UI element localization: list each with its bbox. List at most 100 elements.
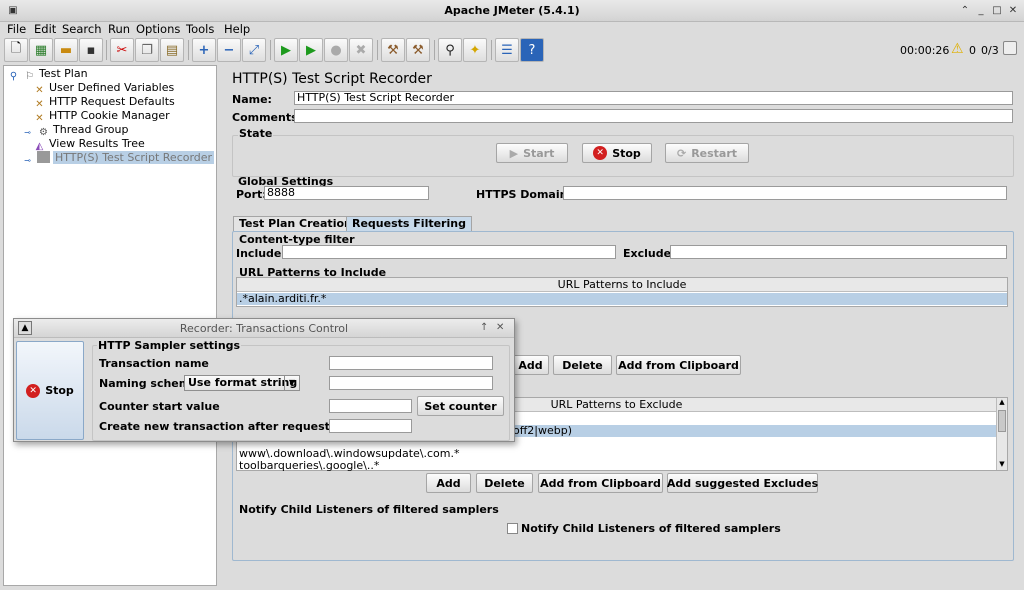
menu-edit[interactable]: Edit xyxy=(34,22,56,36)
stop-button[interactable]: ✕ Stop xyxy=(582,143,652,163)
table-row[interactable]: www\.download\.windowsupdate\.com.* xyxy=(237,448,997,460)
transactions-control-dialog[interactable]: ▲ Recorder: Transactions Control ↑ ✕ ✕ St… xyxy=(13,318,515,442)
stop-icon: ✕ xyxy=(26,383,41,398)
expand-icon[interactable]: + xyxy=(192,38,216,62)
dialog-close-icon[interactable]: ✕ xyxy=(496,322,504,333)
include-content-type-field[interactable] xyxy=(282,245,616,259)
counter-start-field[interactable] xyxy=(329,399,412,413)
close-icon[interactable]: ✕ xyxy=(1006,4,1020,18)
maximize-icon[interactable]: □ xyxy=(990,4,1004,18)
start-icon[interactable]: ▶ xyxy=(274,38,298,62)
delete-exclude-button[interactable]: Delete xyxy=(476,473,533,493)
search-icon[interactable]: ⚲ xyxy=(438,38,462,62)
copy-icon[interactable]: ❐ xyxy=(135,38,159,62)
new-transaction-label: Create new transaction after request (ms… xyxy=(99,420,367,433)
tree-node-test-plan[interactable]: ⚲ ⚐ Test Plan xyxy=(7,67,88,83)
thread-count: 0/3 xyxy=(981,44,999,57)
include-label: Include: xyxy=(236,247,286,260)
minimize-icon[interactable]: _ xyxy=(974,4,988,18)
templates-icon[interactable]: ▦ xyxy=(29,38,53,62)
shutdown-icon[interactable]: ✖ xyxy=(349,38,373,62)
menu-tools[interactable]: Tools xyxy=(186,22,214,36)
tree-expanded-icon[interactable]: ⚲ xyxy=(7,71,20,83)
clear-icon[interactable]: ⚒ xyxy=(381,38,405,62)
delete-include-button[interactable]: Delete xyxy=(553,355,612,375)
chevron-down-icon[interactable]: ▼ xyxy=(284,376,299,390)
warning-icon[interactable]: ⚠ xyxy=(951,41,964,57)
dialog-stop-button[interactable]: ✕ Stop xyxy=(16,341,84,440)
add-exclude-button[interactable]: Add xyxy=(426,473,471,493)
set-counter-button[interactable]: Set counter xyxy=(417,396,504,416)
open-icon[interactable]: ▬ xyxy=(54,38,78,62)
naming-scheme-label: Naming scheme xyxy=(99,377,198,390)
new-transaction-delay-field[interactable] xyxy=(329,419,412,433)
table-row[interactable]: toolbarqueries\.google\..* xyxy=(237,460,997,472)
https-domains-field[interactable] xyxy=(563,186,1007,200)
help-icon[interactable]: ? xyxy=(520,38,544,62)
name-label: Name: xyxy=(232,93,272,106)
toolbar: 🗋 ▦ ▬ ▪ ✂ ❐ ▤ + − ⤢ ▶ ▶ ● ✖ ⚒ ⚒ ⚲ ✦ ☰ ? … xyxy=(0,36,1024,64)
add-include-button[interactable]: Add xyxy=(512,355,549,375)
counter-start-label: Counter start value xyxy=(99,400,220,413)
function-helper-icon[interactable]: ☰ xyxy=(495,38,519,62)
add-from-clipboard-include-button[interactable]: Add from Clipboard xyxy=(616,355,741,375)
save-icon[interactable]: ▪ xyxy=(79,38,103,62)
tree-node-user-defined-variables[interactable]: ✕ User Defined Variables xyxy=(33,81,174,96)
start-no-pauses-icon[interactable]: ▶ xyxy=(299,38,323,62)
roll-up-icon[interactable]: ⌃ xyxy=(958,4,972,18)
tree-node-http-cookie-manager[interactable]: ✕ HTTP Cookie Manager xyxy=(33,109,169,124)
notify-group-label: Notify Child Listeners of filtered sampl… xyxy=(239,503,499,516)
dialog-title-bar[interactable]: ▲ Recorder: Transactions Control ↑ ✕ xyxy=(14,319,514,338)
tree-node-thread-group[interactable]: ⊸ ⚙ Thread Group xyxy=(21,123,128,138)
tree-collapsed-icon[interactable]: ⊸ xyxy=(21,155,34,167)
add-from-clipboard-exclude-button[interactable]: Add from Clipboard xyxy=(538,473,663,493)
stop-icon: ✕ xyxy=(593,146,608,160)
comments-field[interactable] xyxy=(294,109,1013,123)
paste-icon[interactable]: ▤ xyxy=(160,38,184,62)
window-title-bar[interactable]: Apache JMeter (5.4.1) ▣ ⌃ _ □ ✕ xyxy=(0,0,1024,22)
port-field[interactable]: 8888 xyxy=(264,186,429,200)
include-table-header[interactable]: URL Patterns to Include xyxy=(237,278,1007,292)
checkbox-icon[interactable] xyxy=(507,523,518,534)
elapsed-timer: 00:00:26 xyxy=(900,44,950,57)
start-button[interactable]: ▶ Start xyxy=(496,143,568,163)
dialog-title: Recorder: Transactions Control xyxy=(179,322,349,335)
state-label: State xyxy=(238,127,274,140)
add-suggested-excludes-button[interactable]: Add suggested Excludes xyxy=(667,473,818,493)
naming-scheme-select[interactable]: Use format string ▼ xyxy=(184,375,300,391)
tree-node-view-results-tree[interactable]: ◭ View Results Tree xyxy=(33,137,145,152)
menu-help[interactable]: Help xyxy=(224,22,250,36)
naming-format-field[interactable] xyxy=(329,376,493,390)
tab-requests-filtering[interactable]: Requests Filtering xyxy=(346,216,472,231)
menu-options[interactable]: Options xyxy=(136,22,180,36)
restart-button[interactable]: ⟳ Restart xyxy=(665,143,749,163)
transaction-name-field[interactable] xyxy=(329,356,493,370)
cut-icon[interactable]: ✂ xyxy=(110,38,134,62)
dialog-pin-icon[interactable]: ↑ xyxy=(480,322,488,333)
reset-search-icon[interactable]: ✦ xyxy=(463,38,487,62)
menu-file[interactable]: File xyxy=(7,22,26,36)
clear-all-icon[interactable]: ⚒ xyxy=(406,38,430,62)
exclude-table-scrollbar[interactable]: ▲ ▼ xyxy=(996,398,1007,470)
window-menu-icon[interactable]: ▣ xyxy=(6,4,20,18)
exclude-content-type-field[interactable] xyxy=(670,245,1007,259)
comments-label: Comments: xyxy=(232,111,303,124)
page-title: HTTP(S) Test Script Recorder xyxy=(232,71,432,87)
menu-run[interactable]: Run xyxy=(108,22,130,36)
new-icon[interactable]: 🗋 xyxy=(4,38,28,62)
stop-icon[interactable]: ● xyxy=(324,38,348,62)
collapse-icon[interactable]: − xyxy=(217,38,241,62)
notify-checkbox[interactable]: Notify Child Listeners of filtered sampl… xyxy=(507,522,781,535)
toggle-icon[interactable]: ⤢ xyxy=(242,38,266,62)
window-title: Apache JMeter (5.4.1) xyxy=(444,4,580,17)
http-sampler-settings-label: HTTP Sampler settings xyxy=(97,339,242,352)
tree-node-http-request-defaults[interactable]: ✕ HTTP Request Defaults xyxy=(33,95,174,110)
tab-test-plan-creation[interactable]: Test Plan Creation xyxy=(233,216,358,231)
thread-status-icon xyxy=(1003,41,1017,55)
table-row[interactable]: .*alain.arditi.fr.* xyxy=(237,293,1007,305)
name-field[interactable]: HTTP(S) Test Script Recorder xyxy=(294,91,1013,105)
menu-search[interactable]: Search xyxy=(62,22,102,36)
include-patterns-table[interactable]: URL Patterns to Include .*alain.arditi.f… xyxy=(236,277,1008,307)
transaction-name-label: Transaction name xyxy=(99,357,209,370)
tree-node-recorder[interactable]: ⊸ HTTP(S) Test Script Recorder xyxy=(21,151,215,167)
